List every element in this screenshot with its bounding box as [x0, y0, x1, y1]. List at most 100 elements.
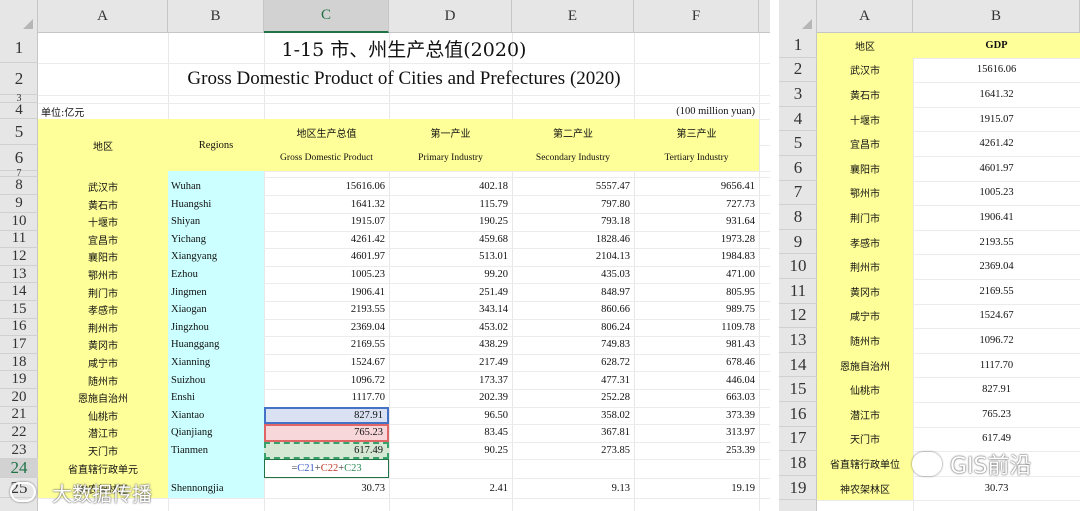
row-header[interactable]: 15 — [779, 377, 817, 402]
row-header[interactable]: 5 — [0, 119, 38, 145]
region-name-zh[interactable]: 神农架林区 — [817, 475, 913, 501]
gdp-cell[interactable]: 1906.41 — [264, 283, 389, 301]
select-all-button[interactable] — [0, 0, 38, 33]
region-name-zh[interactable]: 恩施自治州 — [817, 352, 913, 378]
gdp-cell[interactable]: 1524.67 — [264, 354, 389, 372]
row-header[interactable]: 19 — [779, 476, 817, 501]
gdp-cell[interactable]: 1117.70 — [264, 389, 389, 407]
region-name-en[interactable]: Jingzhou — [168, 318, 264, 337]
row-header[interactable]: 18 — [0, 354, 38, 372]
row-header[interactable]: 8 — [0, 177, 38, 195]
primary-cell[interactable]: 343.14 — [389, 301, 512, 319]
primary-cell[interactable]: 190.25 — [389, 213, 512, 231]
secondary-cell[interactable]: 9.13 — [512, 478, 634, 498]
row-header[interactable]: 4 — [0, 102, 38, 119]
secondary-cell[interactable]: 793.18 — [512, 213, 634, 231]
region-name-en[interactable]: Huanggang — [168, 336, 264, 354]
gdp-cell[interactable]: 827.91 — [913, 377, 1080, 402]
region-name-zh[interactable]: 武汉市 — [817, 57, 913, 83]
row-header[interactable]: 9 — [0, 195, 38, 213]
region-name-zh[interactable]: 黄冈市 — [817, 279, 913, 304]
region-name-zh[interactable]: 黄石市 — [38, 195, 168, 213]
region-name-en[interactable]: Qianjiang — [168, 424, 264, 442]
region-name-zh[interactable]: 荆州市 — [38, 318, 168, 337]
gdp-cell[interactable]: 2193.55 — [264, 301, 389, 319]
gdp-cell[interactable]: 1915.07 — [264, 213, 389, 231]
region-name-en[interactable]: Jingmen — [168, 283, 264, 301]
gdp-cell[interactable]: 1096.72 — [913, 328, 1080, 353]
row-header[interactable]: 2 — [779, 58, 817, 83]
row-header[interactable]: 16 — [779, 402, 817, 427]
row-header[interactable]: 11 — [779, 279, 817, 304]
gdp-cell[interactable]: 2169.55 — [913, 279, 1080, 304]
region-name-zh[interactable]: 咸宁市 — [817, 303, 913, 329]
region-name-zh[interactable]: 省直辖行政单位 — [817, 451, 913, 476]
row-header[interactable]: 9 — [779, 230, 817, 255]
region-name-en[interactable]: Yichang — [168, 230, 264, 249]
row-header[interactable]: 1 — [0, 33, 38, 63]
region-name-en[interactable]: Ezhou — [168, 265, 264, 284]
region-name-zh[interactable]: 随州市 — [817, 328, 913, 353]
tertiary-cell[interactable]: 1973.28 — [634, 231, 759, 249]
region-name-en[interactable]: Shiyan — [168, 213, 264, 231]
formula-editor[interactable]: = C21 + C22 + C23 — [264, 459, 389, 479]
column-header-c[interactable]: C — [264, 0, 389, 33]
region-name-en[interactable]: Xiantao — [168, 406, 264, 425]
gdp-cell[interactable]: 4601.97 — [913, 156, 1080, 181]
region-name-zh[interactable]: 荆州市 — [817, 254, 913, 279]
region-name-en[interactable]: Huangshi — [168, 195, 264, 213]
primary-cell[interactable]: 83.45 — [389, 424, 512, 442]
tertiary-cell[interactable]: 313.97 — [634, 424, 759, 442]
secondary-cell[interactable]: 749.83 — [512, 336, 634, 354]
region-name-en[interactable]: Enshi — [168, 389, 264, 407]
tertiary-cell[interactable]: 727.73 — [634, 195, 759, 213]
row-header[interactable]: 15 — [0, 301, 38, 319]
row-header[interactable]: 5 — [779, 131, 817, 156]
secondary-cell[interactable]: 1828.46 — [512, 231, 634, 249]
region-name-zh[interactable]: 宜昌市 — [38, 230, 168, 249]
primary-cell[interactable]: 459.68 — [389, 231, 512, 249]
region-name-zh[interactable]: 襄阳市 — [817, 156, 913, 181]
column-header-b[interactable]: B — [168, 0, 264, 33]
secondary-cell[interactable]: 435.03 — [512, 266, 634, 284]
gdp-cell[interactable]: 15616.06 — [913, 58, 1080, 83]
gdp-cell[interactable]: 1117.70 — [913, 353, 1080, 378]
gdp-cell[interactable]: 1096.72 — [264, 371, 389, 389]
region-name-en[interactable]: Tianmen — [168, 441, 264, 460]
secondary-cell[interactable]: 358.02 — [512, 407, 634, 425]
column-header-e[interactable]: E — [512, 0, 634, 33]
region-name-zh[interactable]: 仙桃市 — [817, 377, 913, 402]
secondary-cell[interactable]: 477.31 — [512, 371, 634, 389]
region-name-zh[interactable]: 荆门市 — [817, 205, 913, 230]
tertiary-cell[interactable]: 253.39 — [634, 442, 759, 460]
primary-cell[interactable]: 402.18 — [389, 177, 512, 195]
column-header-a[interactable]: A — [817, 0, 913, 33]
region-name-zh[interactable]: 咸宁市 — [38, 353, 168, 372]
row-header[interactable]: 7 — [779, 181, 817, 206]
primary-cell[interactable]: 2.41 — [389, 478, 512, 498]
row-header[interactable]: 12 — [0, 248, 38, 266]
row-header[interactable]: 4 — [779, 107, 817, 132]
row-header[interactable]: 22 — [0, 424, 38, 442]
region-name-zh[interactable]: 鄂州市 — [817, 180, 913, 206]
region-name-zh[interactable]: 仙桃市 — [38, 406, 168, 425]
column-header-d[interactable]: D — [389, 0, 512, 33]
region-name-zh[interactable]: 孝感市 — [817, 229, 913, 255]
primary-cell[interactable]: 99.20 — [389, 266, 512, 284]
region-name-zh[interactable]: 宜昌市 — [817, 131, 913, 156]
secondary-cell[interactable]: 367.81 — [512, 424, 634, 442]
header-region[interactable]: 地区 — [817, 33, 913, 58]
gdp-cell[interactable]: 2369.04 — [913, 254, 1080, 279]
tertiary-cell[interactable]: 373.39 — [634, 407, 759, 425]
row-header[interactable]: 10 — [779, 254, 817, 279]
gdp-cell[interactable]: 2169.55 — [264, 336, 389, 354]
primary-cell[interactable]: 96.50 — [389, 407, 512, 425]
row-header[interactable]: 21 — [0, 406, 38, 425]
empty-cell[interactable] — [168, 459, 264, 479]
region-name-zh[interactable]: 襄阳市 — [38, 248, 168, 266]
gdp-cell[interactable]: 30.73 — [264, 478, 389, 498]
region-name-zh[interactable]: 天门市 — [38, 441, 168, 460]
gdp-cell[interactable]: 765.23 — [264, 424, 389, 442]
row-header[interactable]: 2 — [0, 63, 38, 95]
row-header[interactable]: 17 — [0, 336, 38, 354]
